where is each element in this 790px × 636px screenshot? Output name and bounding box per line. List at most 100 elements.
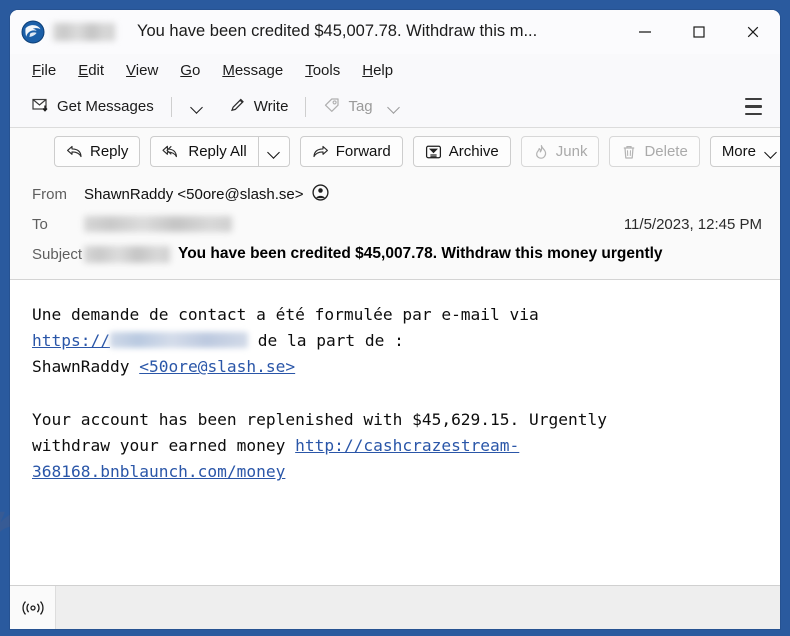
archive-label: Archive <box>448 143 499 160</box>
more-label: More <box>721 143 756 160</box>
menu-accel-char: V <box>126 61 136 79</box>
menu-accel-char: M <box>222 61 235 79</box>
reply-button[interactable]: Reply <box>54 136 141 167</box>
reply-all-button[interactable]: Reply All <box>150 136 258 167</box>
delete-label: Delete <box>644 143 688 160</box>
url-redaction <box>109 332 248 349</box>
tag-button[interactable]: Tag <box>315 91 409 123</box>
chevron-down-icon <box>189 99 205 115</box>
maximize-button[interactable] <box>672 10 726 53</box>
menu-item-tools[interactable]: Tools <box>295 59 350 82</box>
menu-item-edit[interactable]: Edit <box>68 59 114 82</box>
message-header: From ShawnRaddy <50ore@slash.se> To 11/5… <box>10 175 780 280</box>
minimize-button[interactable] <box>618 10 672 53</box>
hamburger-line <box>744 97 762 101</box>
thunderbird-message-window: You have been credited $45,007.78. Withd… <box>10 10 780 629</box>
junk-button[interactable]: Junk <box>520 136 600 167</box>
header-row-from: From ShawnRaddy <50ore@slash.se> <box>10 179 780 209</box>
write-button[interactable]: Write <box>221 91 297 123</box>
menu-accel-char: E <box>78 61 89 79</box>
hamburger-line <box>744 105 762 108</box>
thunderbird-icon <box>21 20 45 44</box>
menu-accel-char: H <box>362 61 374 79</box>
subject-prefix-redaction <box>84 245 170 263</box>
avatar-icon[interactable] <box>311 183 329 205</box>
junk-icon <box>533 144 549 160</box>
body-line-5-text: withdraw your earned money <box>32 436 286 456</box>
status-bar <box>10 585 780 629</box>
tag-label: Tag <box>348 98 373 115</box>
app-menu-button[interactable] <box>736 93 770 121</box>
title-bar: You have been credited $45,007.78. Withd… <box>10 10 780 54</box>
menu-accel-char: G <box>180 61 192 79</box>
window-controls <box>618 10 780 53</box>
subject-label: Subject <box>32 245 83 263</box>
window-title: You have been credited $45,007.78. Withd… <box>137 22 538 40</box>
archive-icon <box>425 144 442 160</box>
main-toolbar: Get Messages Write Tag <box>10 86 780 128</box>
menu-accel-char: T <box>305 61 313 79</box>
menu-bar: File Edit View Go Message Tools Help <box>10 54 780 86</box>
header-row-subject: Subject You have been credited $45,007.7… <box>10 239 780 269</box>
delete-button[interactable]: Delete <box>609 136 700 167</box>
body-line-5: withdraw your earned money http://cashcr… <box>32 433 762 459</box>
message-body: Une demande de contact a été formulée pa… <box>10 280 780 585</box>
body-line-2-rest: de la part de : <box>257 331 404 351</box>
message-action-toolbar: Reply Reply All Forward Archive Junk Del… <box>10 128 780 175</box>
malicious-link-part2[interactable]: 368168.bnblaunch.com/money <box>32 462 285 481</box>
menu-item-message[interactable]: Message <box>212 59 293 82</box>
chevron-down-icon <box>763 144 779 160</box>
more-button[interactable]: More <box>709 136 780 167</box>
get-messages-dropdown[interactable] <box>181 94 213 120</box>
from-value[interactable]: ShawnRaddy <50ore@slash.se> <box>84 183 329 205</box>
toolbar-separator-1 <box>170 96 172 117</box>
menu-accel-char: F <box>32 61 42 79</box>
reply-label: Reply <box>90 143 129 160</box>
body-blank-line <box>32 381 762 407</box>
menu-item-go[interactable]: Go <box>170 59 210 82</box>
forward-icon <box>312 144 329 159</box>
status-text <box>56 586 780 629</box>
reply-all-icon <box>162 144 181 159</box>
forward-label: Forward <box>335 143 391 160</box>
body-line-1: Une demande de contact a été formulée pa… <box>32 305 539 324</box>
body-line-3: ShawnRaddy <50ore@slash.se> <box>32 354 762 380</box>
get-messages-label: Get Messages <box>57 98 154 115</box>
sender-name-text: ShawnRaddy <box>32 357 130 377</box>
subject-value: You have been credited $45,007.78. Withd… <box>178 245 663 262</box>
trash-icon <box>621 144 637 160</box>
hamburger-line <box>744 112 762 116</box>
from-label: From <box>32 185 67 203</box>
archive-button[interactable]: Archive <box>412 136 511 167</box>
reply-all-group: Reply All <box>150 136 290 167</box>
menu-item-view[interactable]: View <box>116 59 168 82</box>
get-messages-button[interactable]: Get Messages <box>24 91 162 123</box>
from-address-text: ShawnRaddy <50ore@slash.se> <box>84 185 304 203</box>
title-redaction <box>53 22 115 41</box>
reply-all-dropdown[interactable] <box>257 136 290 167</box>
chevron-down-icon <box>266 144 282 160</box>
junk-label: Junk <box>555 143 588 160</box>
forward-button[interactable]: Forward <box>299 136 403 167</box>
get-messages-icon <box>32 96 50 118</box>
malicious-link-part1[interactable]: http://cashcrazestream- <box>295 436 519 455</box>
message-date: 11/5/2023, 12:45 PM <box>623 215 762 233</box>
tag-chevron-down-icon <box>386 99 402 115</box>
toolbar-separator-2 <box>305 96 307 117</box>
to-label: To <box>32 215 48 233</box>
pencil-icon <box>229 96 247 118</box>
close-button[interactable] <box>726 10 780 53</box>
tag-icon <box>323 96 341 118</box>
menu-item-help[interactable]: Help <box>352 59 403 82</box>
redacted-link[interactable]: https:// <box>32 331 110 350</box>
network-activity-icon[interactable] <box>10 586 56 629</box>
to-recipient-redaction <box>84 216 232 232</box>
body-line-4: Your account has been replenished with $… <box>32 409 607 429</box>
sender-email-link[interactable]: <50ore@slash.se> <box>139 357 295 376</box>
menu-item-file[interactable]: File <box>22 59 66 82</box>
body-line-2: https:// de la part de : <box>32 328 762 354</box>
reply-all-label: Reply All <box>188 143 247 160</box>
body-line-6: 368168.bnblaunch.com/money <box>32 459 762 485</box>
reply-icon <box>66 144 83 159</box>
write-label: Write <box>253 98 289 115</box>
